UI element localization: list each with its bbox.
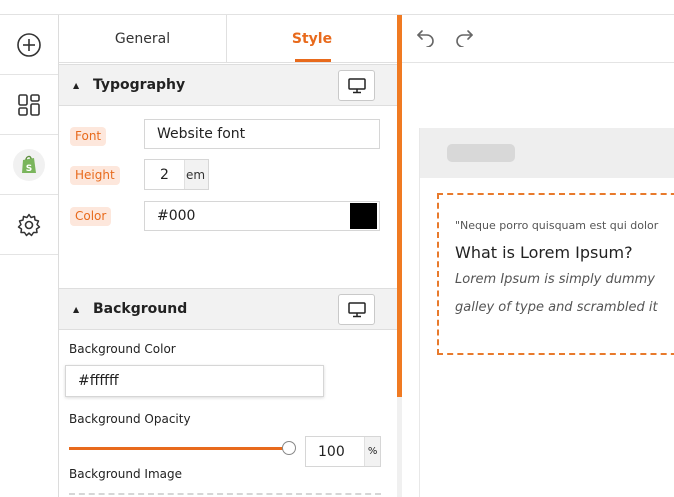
canvas-toolbar [402,15,674,63]
background-section-header[interactable]: ▲ Background [59,288,397,330]
background-color-input[interactable]: #ffffff [65,365,324,397]
collapse-caret-icon[interactable]: ▲ [73,81,83,90]
add-icon [17,32,41,57]
height-unit: em [186,167,206,182]
background-device-button[interactable] [338,294,375,325]
color-input[interactable]: #000 [144,201,380,231]
background-opacity-label: Background Opacity [69,412,191,426]
panel-tabs: General Style [59,15,397,63]
layout-button[interactable] [0,75,58,135]
settings-icon [17,213,41,236]
font-value: Website font [157,126,246,142]
preview-line-1: Lorem Ipsum is simply dummy [455,272,655,287]
active-tab-indicator [295,59,331,62]
opacity-slider-fill [69,447,289,450]
preview-header-bar [420,128,674,178]
preview-quote: "Neque porro quisquam est qui dolor [455,219,659,232]
canvas-preview: "Neque porro quisquam est qui dolor What… [419,128,674,497]
selected-text-block[interactable]: "Neque porro quisquam est qui dolor What… [437,193,674,355]
height-input[interactable]: 2 [145,160,185,189]
redo-icon[interactable] [454,27,474,47]
background-image-dropzone[interactable] [69,493,381,497]
undo-icon[interactable] [416,27,436,47]
opacity-field: 100 % [305,436,381,467]
background-image-label: Background Image [69,467,182,481]
typography-section-header[interactable]: ▲ Typography [59,64,397,106]
shopify-icon: S [13,148,45,181]
color-value: #000 [157,208,196,224]
desktop-icon [347,77,366,93]
collapse-caret-icon[interactable]: ▲ [73,305,83,314]
tab-style[interactable]: Style [227,15,397,63]
typography-title: Typography [93,77,186,93]
desktop-icon [347,301,366,317]
add-element-button[interactable] [0,15,58,75]
background-color-label: Background Color [69,342,176,356]
preview-line-2: galley of type and scrambled it [455,300,658,315]
height-field: 2 em [144,159,209,190]
layout-icon [18,93,40,116]
opacity-input[interactable]: 100 [306,437,366,466]
settings-panel: General Style ▲ Typography Font Website … [59,15,397,497]
color-swatch[interactable] [350,203,377,229]
font-label: Font [70,127,107,146]
opacity-unit: % [365,437,380,466]
panel-scrollbar-thumb[interactable] [397,15,402,397]
shopify-button[interactable]: S [0,135,58,195]
background-title: Background [93,301,188,317]
font-select[interactable]: Website font [144,119,380,149]
background-color-value: #ffffff [78,373,119,389]
tab-general[interactable]: General [59,15,227,63]
color-label: Color [70,207,112,226]
opacity-slider-thumb[interactable] [282,441,296,455]
left-rail: S [0,15,59,497]
height-label: Height [70,166,120,185]
svg-text:S: S [26,164,32,174]
preview-heading: What is Lorem Ipsum? [455,243,633,262]
preview-placeholder-chip [447,144,515,162]
typography-device-button[interactable] [338,70,375,101]
settings-button[interactable] [0,195,58,255]
opacity-slider-track[interactable] [69,441,296,455]
